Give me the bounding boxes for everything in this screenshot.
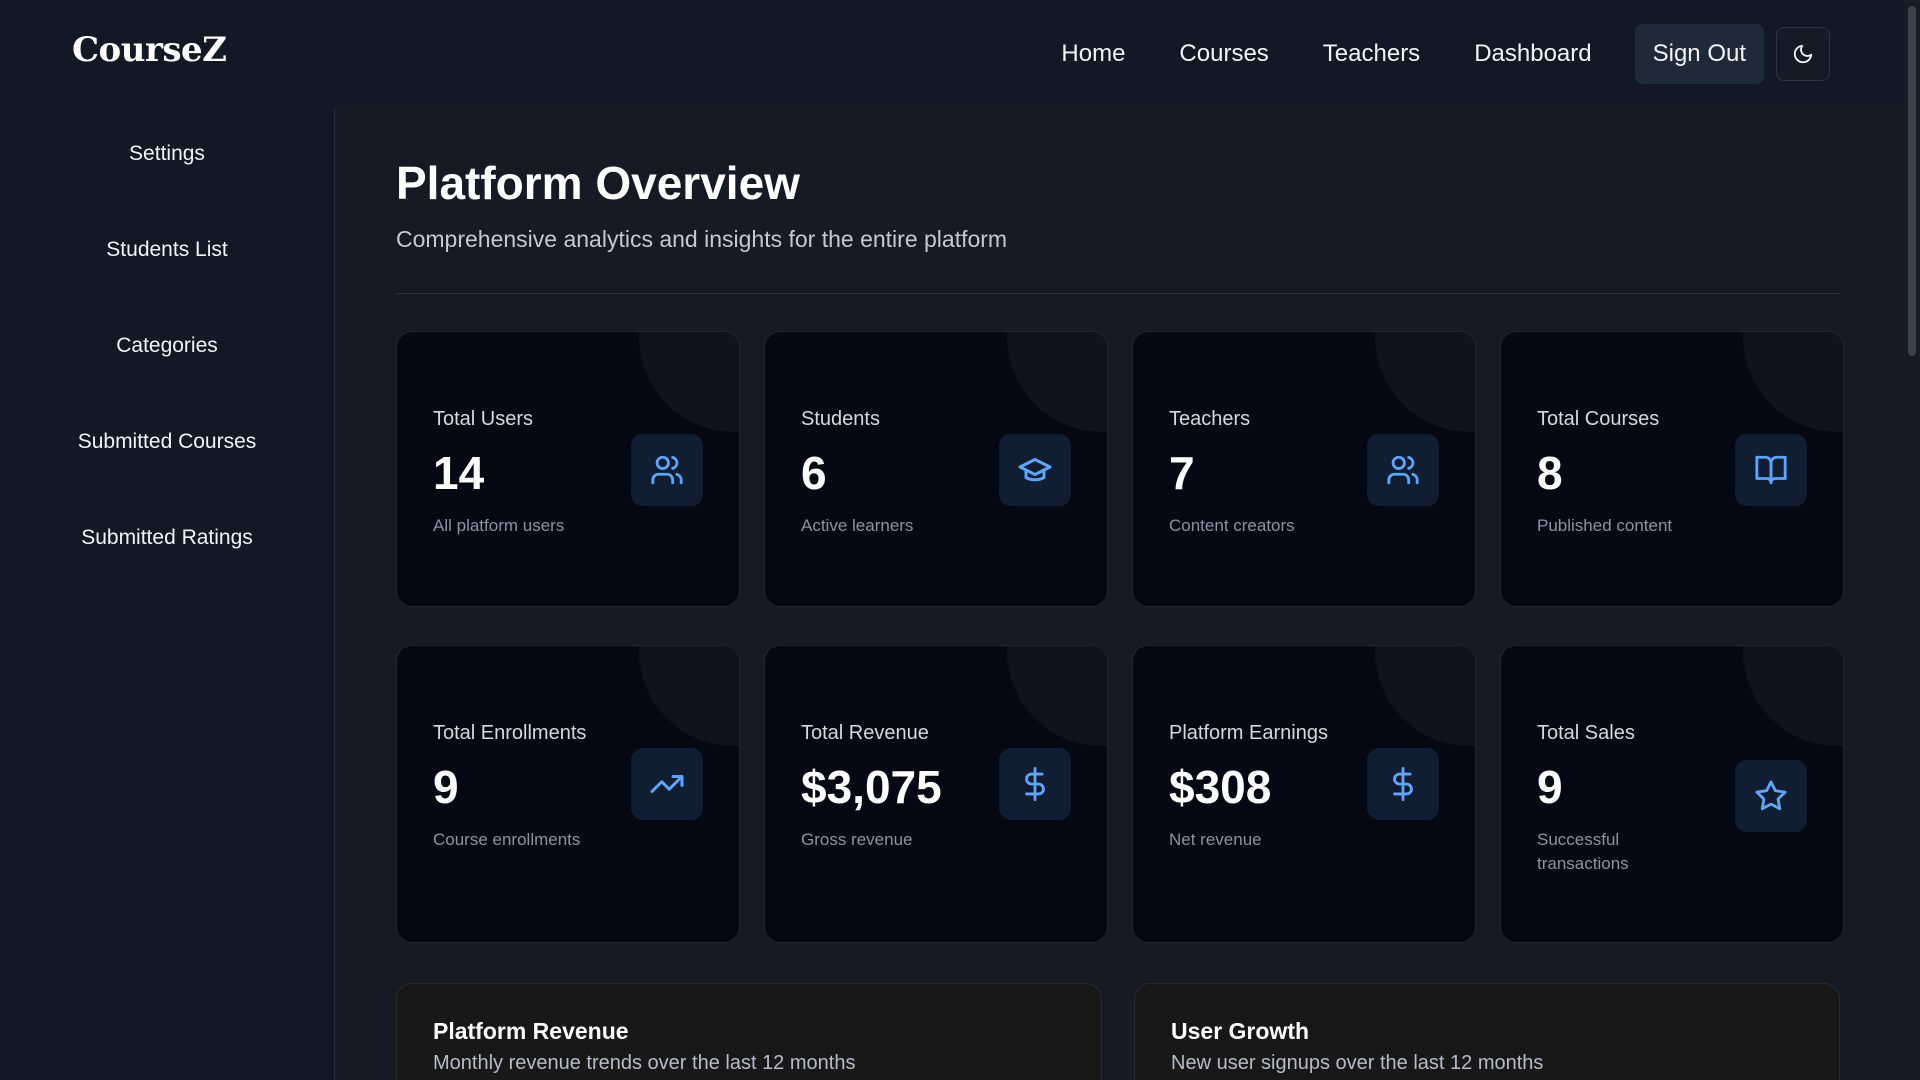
moon-icon (1793, 44, 1813, 64)
sidebar-item-students-list[interactable]: Students List (0, 238, 334, 262)
stat-label: Total Users (433, 408, 534, 430)
users-icon (631, 434, 703, 506)
nav-home-link[interactable]: Home (1034, 24, 1152, 84)
panel-subtitle: Monthly revenue trends over the last 12 … (433, 1052, 856, 1074)
divider (396, 293, 1840, 294)
panel-title: Platform Revenue (433, 1018, 629, 1044)
page-title: Platform Overview (396, 157, 800, 209)
stat-value: 9 (1537, 761, 1563, 813)
app-logo[interactable]: CourseZ (72, 30, 227, 70)
page-subtitle: Comprehensive analytics and insights for… (396, 226, 1008, 252)
graduation-cap-icon (999, 434, 1071, 506)
stat-card-platform-earnings: Platform Earnings $308 Net revenue (1132, 645, 1476, 943)
stat-description: Gross revenue (801, 830, 913, 849)
stat-label: Total Sales (1537, 722, 1635, 744)
sign-out-button[interactable]: Sign Out (1634, 24, 1764, 84)
stat-card-total-revenue: Total Revenue $3,075 Gross revenue (764, 645, 1108, 943)
stat-value: $3,075 (801, 761, 942, 813)
nav-courses-link[interactable]: Courses (1152, 24, 1295, 84)
top-header: CourseZ Home Courses Teachers Dashboard … (0, 0, 1904, 108)
star-icon (1735, 760, 1807, 832)
platform-revenue-panel: Platform Revenue Monthly revenue trends … (396, 983, 1102, 1080)
stat-card-total-users: Total Users 14 All platform users (396, 331, 740, 607)
users-icon (1367, 434, 1439, 506)
stat-value: 9 (433, 761, 459, 813)
stat-card-teachers: Teachers 7 Content creators (1132, 331, 1476, 607)
panel-subtitle: New user signups over the last 12 months (1171, 1052, 1544, 1074)
stat-label: Total Revenue (801, 722, 929, 744)
stat-card-students: Students 6 Active learners (764, 331, 1108, 607)
stat-value: 8 (1537, 447, 1563, 499)
panel-title: User Growth (1171, 1018, 1310, 1044)
scrollbar-thumb[interactable] (1908, 6, 1916, 356)
stat-description: All platform users (433, 516, 565, 535)
app-root: CourseZ Home Courses Teachers Dashboard … (0, 0, 1920, 1080)
sidebar-item-categories[interactable]: Categories (0, 334, 334, 358)
sidebar-item-submitted-courses[interactable]: Submitted Courses (0, 430, 334, 454)
stat-value: 7 (1169, 447, 1195, 499)
stat-label: Total Courses (1537, 408, 1660, 430)
nav-dashboard-link[interactable]: Dashboard (1447, 24, 1618, 84)
stat-card-total-enrollments: Total Enrollments 9 Course enrollments (396, 645, 740, 943)
main-nav: Home Courses Teachers Dashboard Sign Out (1034, 24, 1830, 84)
book-open-icon (1735, 434, 1807, 506)
stat-card-total-sales: Total Sales 9 Successful transactions (1500, 645, 1844, 943)
stat-description: Course enrollments (433, 830, 581, 849)
dollar-icon (1367, 748, 1439, 820)
stat-label: Teachers (1169, 408, 1251, 430)
trending-up-icon (631, 748, 703, 820)
stat-card-total-courses: Total Courses 8 Published content (1500, 331, 1844, 607)
stat-description: Content creators (1169, 516, 1295, 535)
stat-value: $308 (1169, 761, 1272, 813)
sidebar-item-submitted-ratings[interactable]: Submitted Ratings (0, 526, 334, 550)
stat-description: Published content (1537, 516, 1673, 535)
stat-label: Platform Earnings (1169, 722, 1328, 744)
sidebar-item-settings[interactable]: Settings (0, 142, 334, 166)
stat-description: Successful transactions (1537, 830, 1629, 873)
stat-label: Total Enrollments (433, 722, 587, 744)
user-growth-panel: User Growth New user signups over the la… (1134, 983, 1840, 1080)
stat-label: Students (801, 408, 880, 430)
stat-description: Active learners (801, 516, 914, 535)
theme-toggle-button[interactable] (1776, 27, 1830, 81)
stat-value: 6 (801, 447, 827, 499)
main-content: Platform Overview Comprehensive analytic… (336, 108, 1904, 1080)
sidebar: Settings Students List Categories Submit… (0, 108, 335, 1080)
stat-value: 14 (433, 447, 485, 499)
page-scrollbar[interactable] (1904, 0, 1920, 1080)
nav-teachers-link[interactable]: Teachers (1296, 24, 1447, 84)
stat-description: Net revenue (1169, 830, 1262, 849)
dollar-icon (999, 748, 1071, 820)
